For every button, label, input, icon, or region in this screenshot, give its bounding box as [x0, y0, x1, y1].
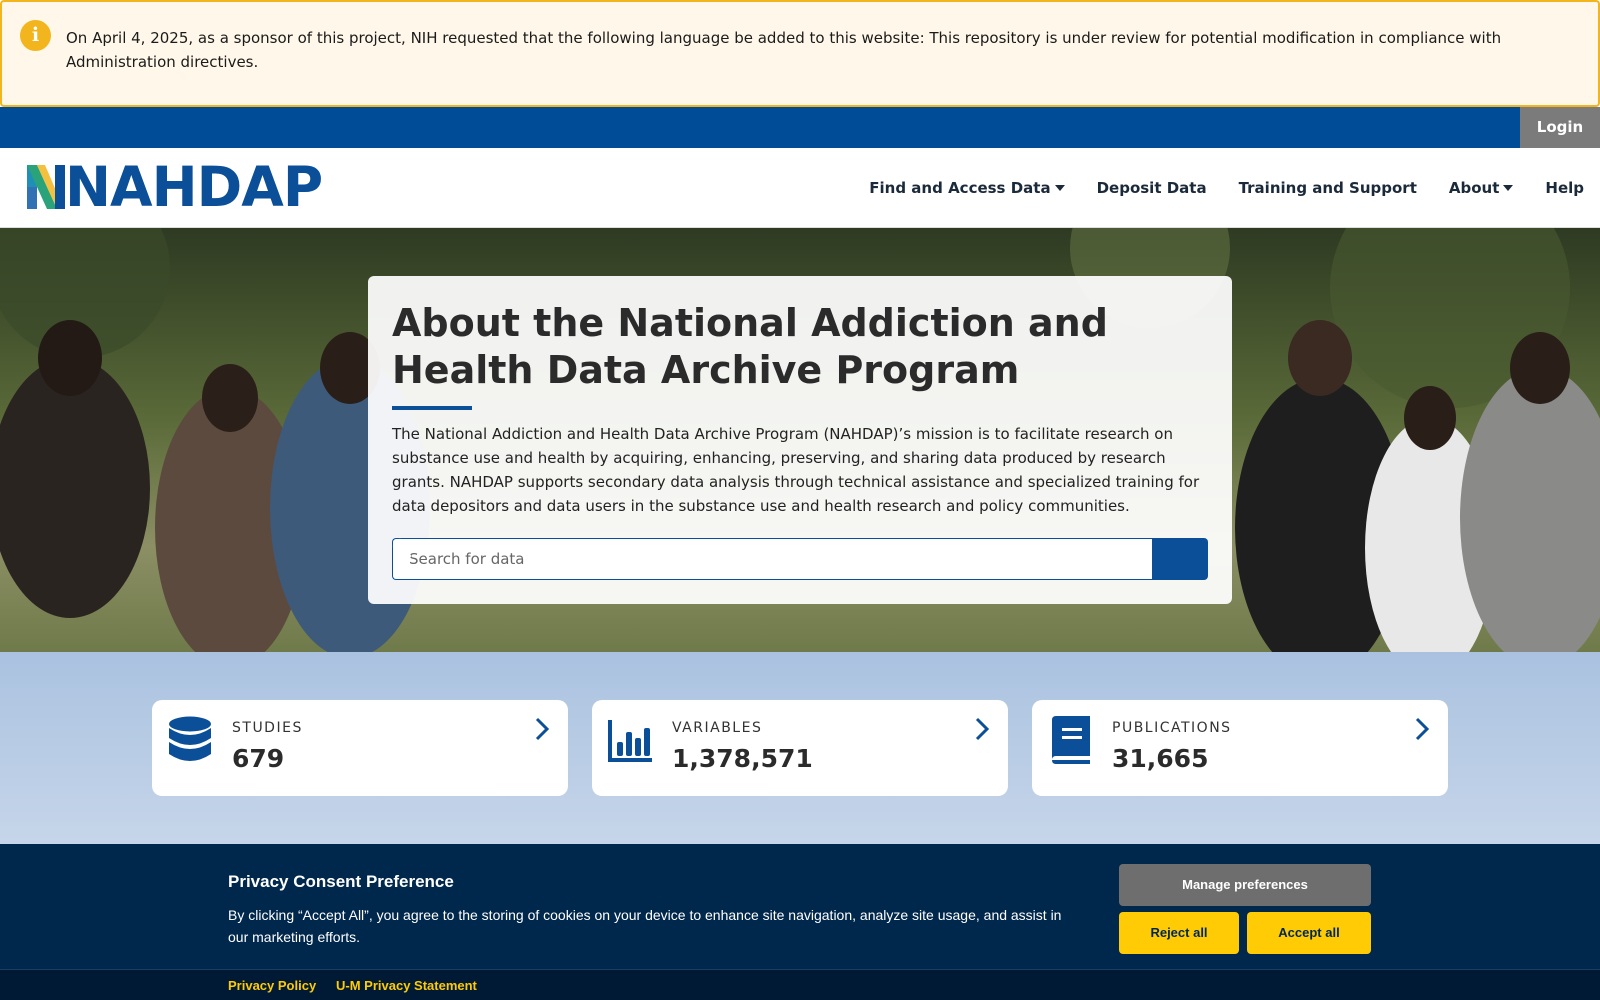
caret-down-icon [1054, 185, 1065, 191]
hero-section: About the National Addiction and Health … [0, 228, 1600, 652]
bar-chart-icon [608, 720, 652, 762]
info-icon: i [20, 20, 51, 51]
nav-find-and-access-data[interactable]: Find and Access Data [869, 179, 1065, 197]
caret-down-icon [1503, 185, 1514, 191]
manage-preferences-button[interactable]: Manage preferences [1119, 864, 1371, 906]
logo-text: NAHDAP [65, 155, 323, 219]
logo-mark-icon [27, 165, 65, 209]
stat-value: 679 [232, 744, 285, 773]
nav-label: Training and Support [1238, 179, 1417, 197]
nav-help[interactable]: Help [1545, 179, 1584, 197]
page-title: About the National Addiction and Health … [392, 301, 1108, 392]
consent-footer: Privacy Policy U-M Privacy Statement [0, 969, 1600, 1000]
consent-title: Privacy Consent Preference [228, 872, 454, 891]
title-underline [392, 406, 472, 410]
login-button[interactable]: Login [1520, 107, 1600, 148]
hero-card: About the National Addiction and Health … [368, 276, 1232, 604]
privacy-consent-banner: Privacy Consent Preference By clicking “… [0, 844, 1600, 1000]
stat-label: VARIABLES [672, 720, 763, 736]
database-icon [169, 716, 211, 761]
stats-section: STUDIES 679 VARIABLES 1,378,571 PUBLICAT… [0, 652, 1600, 852]
nav-about[interactable]: About [1449, 179, 1514, 197]
nav-label: Help [1545, 179, 1584, 197]
reject-all-button[interactable]: Reject all [1119, 912, 1239, 954]
nav-label: Deposit Data [1096, 179, 1207, 197]
chevron-right-icon [975, 717, 990, 741]
chevron-right-icon [535, 717, 550, 741]
search-input[interactable] [392, 538, 1152, 580]
search-icon [392, 538, 412, 558]
utility-bar: Login [0, 107, 1600, 148]
alert-banner: i On April 4, 2025, as a sponsor of this… [0, 0, 1600, 107]
chevron-right-icon [1415, 717, 1430, 741]
stat-card-publications[interactable]: PUBLICATIONS 31,665 [1032, 700, 1448, 796]
nahdap-logo[interactable]: NAHDAP [27, 155, 323, 219]
stat-label: PUBLICATIONS [1112, 720, 1232, 736]
main-nav: Find and Access Data Deposit Data Traini… [837, 148, 1584, 228]
alert-text: On April 4, 2025, as a sponsor of this p… [66, 29, 1502, 71]
stat-label: STUDIES [232, 720, 303, 736]
nav-deposit-data[interactable]: Deposit Data [1097, 179, 1207, 197]
nav-label: About [1448, 179, 1500, 197]
stat-card-studies[interactable]: STUDIES 679 [152, 700, 568, 796]
hero-description: The National Addiction and Health Data A… [392, 425, 1200, 515]
search-form [392, 538, 1208, 580]
accept-all-button[interactable]: Accept all [1247, 912, 1371, 954]
stat-value: 31,665 [1112, 744, 1209, 773]
consent-text: By clicking “Accept All”, you agree to t… [228, 907, 1062, 945]
stat-card-variables[interactable]: VARIABLES 1,378,571 [592, 700, 1008, 796]
nav-training-and-support[interactable]: Training and Support [1239, 179, 1417, 197]
book-icon [1052, 716, 1090, 764]
stat-value: 1,378,571 [672, 744, 813, 773]
search-button[interactable] [392, 538, 1208, 580]
nav-label: Find and Access Data [869, 179, 1051, 197]
privacy-policy-link[interactable]: Privacy Policy [228, 978, 316, 993]
um-privacy-statement-link[interactable]: U-M Privacy Statement [336, 978, 477, 993]
site-header: NAHDAP Find and Access Data Deposit Data… [0, 148, 1600, 228]
